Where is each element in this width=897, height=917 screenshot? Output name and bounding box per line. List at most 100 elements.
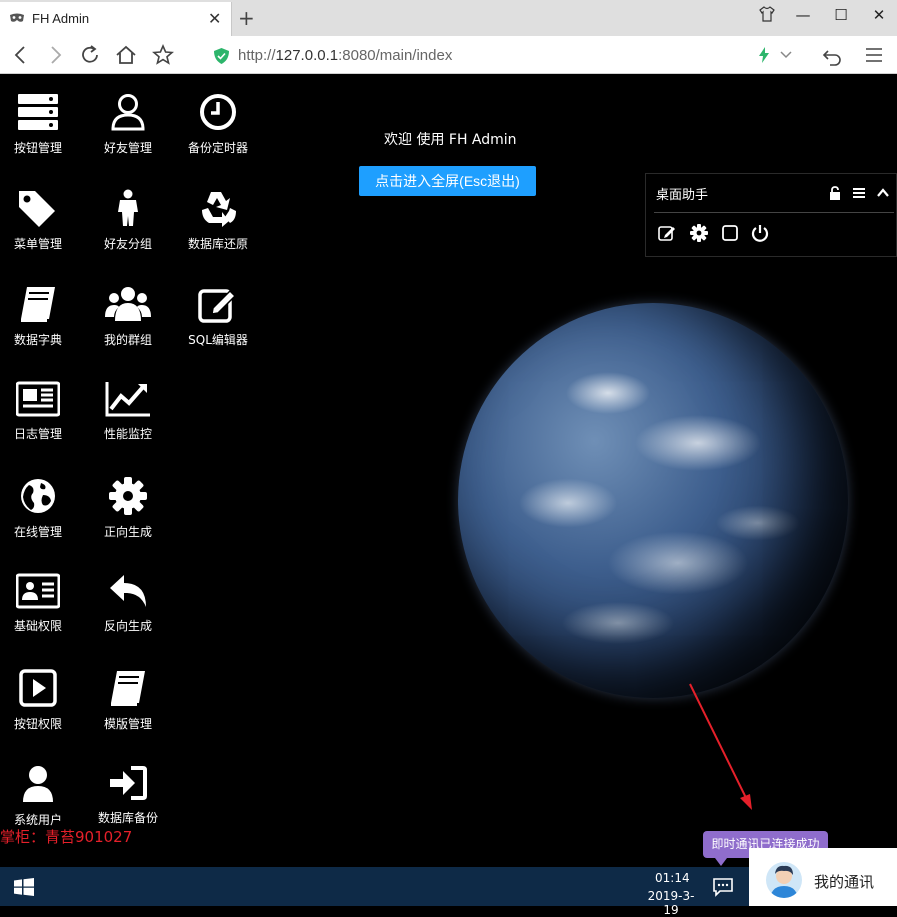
desktop-icon-base-permission[interactable]: 基础权限 bbox=[0, 573, 83, 669]
shirt-icon[interactable] bbox=[752, 6, 782, 28]
shield-icon bbox=[214, 48, 229, 64]
taskbar-time: 01:14 bbox=[655, 871, 690, 885]
welcome-text: 欢迎 使用 FH Admin bbox=[384, 132, 517, 148]
back-icon[interactable] bbox=[8, 42, 34, 68]
earth-image bbox=[458, 303, 848, 698]
power-icon[interactable] bbox=[751, 224, 769, 242]
maximize-icon[interactable]: ☐ bbox=[826, 6, 856, 28]
desktop-icon-button-management[interactable]: 按钮管理 bbox=[0, 93, 83, 189]
book-icon bbox=[21, 287, 55, 322]
divider bbox=[654, 212, 894, 213]
id-card-icon bbox=[16, 573, 60, 609]
clock-icon bbox=[200, 94, 236, 130]
watermark-text: 掌柜：青苔901027 bbox=[0, 828, 133, 846]
desktop-icon-backup-timer[interactable]: 备份定时器 bbox=[173, 93, 263, 189]
desktop-assistant-panel: 桌面助手 bbox=[645, 173, 897, 257]
desktop-icon-performance-monitor[interactable]: 性能监控 bbox=[83, 381, 173, 477]
server-icon bbox=[18, 94, 58, 130]
desktop-icon-label: 菜单管理 bbox=[13, 237, 62, 251]
square-icon[interactable] bbox=[721, 224, 739, 242]
fullscreen-button[interactable]: 点击进入全屏(Esc退出) bbox=[359, 166, 536, 196]
windows-start-icon[interactable] bbox=[14, 878, 34, 896]
edit-icon[interactable] bbox=[658, 224, 676, 242]
desktop-icon-log-management[interactable]: 日志管理 bbox=[0, 381, 83, 477]
desktop-icon-online-management[interactable]: 在线管理 bbox=[0, 477, 83, 573]
cog-icon bbox=[109, 477, 147, 515]
desktop-icon-button-permission[interactable]: 按钮权限 bbox=[0, 669, 83, 765]
desktop-icon-label: 好友分组 bbox=[103, 237, 152, 251]
tags-icon bbox=[19, 191, 55, 227]
user-icon bbox=[23, 766, 53, 802]
annotation-arrow bbox=[689, 683, 752, 810]
users-icon bbox=[105, 287, 151, 321]
home-icon[interactable] bbox=[113, 42, 139, 68]
desktop-icon-label: 数据库还原 bbox=[187, 237, 248, 251]
gear-icon[interactable] bbox=[690, 224, 708, 242]
desktop-icon-label: 好友管理 bbox=[103, 141, 152, 155]
minimize-icon[interactable]: — bbox=[788, 6, 818, 28]
desktop-icon-data-dictionary[interactable]: 数据字典 bbox=[0, 285, 83, 381]
desktop-icon-friend-management[interactable]: 好友管理 bbox=[83, 93, 173, 189]
avatar bbox=[766, 862, 802, 898]
desktop-icon-label: 数据字典 bbox=[13, 333, 62, 347]
desktop-icon-label: 反向生成 bbox=[103, 619, 152, 633]
lightning-icon[interactable] bbox=[758, 47, 770, 63]
list-icon[interactable] bbox=[852, 186, 866, 200]
desktop-icon-friend-group[interactable]: 好友分组 bbox=[83, 189, 173, 285]
desktop-icon-label: 我的群组 bbox=[103, 333, 152, 347]
im-panel[interactable]: 我的通讯 bbox=[749, 848, 897, 906]
desktop-icon-label: 正向生成 bbox=[103, 525, 152, 539]
browser-tab[interactable]: FH Admin ✕ bbox=[0, 2, 232, 36]
chevron-up-icon[interactable] bbox=[876, 186, 890, 200]
newspaper-icon bbox=[16, 381, 60, 417]
forward-icon[interactable] bbox=[42, 42, 68, 68]
desktop-icon-forward-generate[interactable]: 正向生成 bbox=[83, 477, 173, 573]
male-icon bbox=[118, 189, 138, 226]
star-icon[interactable] bbox=[150, 42, 176, 68]
desktop-icon-label: 在线管理 bbox=[13, 525, 62, 539]
reply-icon bbox=[110, 575, 146, 607]
desktop-icon-label: 日志管理 bbox=[13, 427, 62, 441]
desktop-icon-label: SQL编辑器 bbox=[188, 333, 248, 347]
chevron-down-icon[interactable] bbox=[780, 51, 792, 59]
taskbar-date: 2019-3-19 bbox=[647, 889, 695, 917]
sign-in-icon bbox=[110, 766, 147, 800]
reload-icon[interactable] bbox=[77, 42, 103, 68]
undo-icon[interactable] bbox=[820, 42, 846, 68]
close-window-icon[interactable]: ✕ bbox=[864, 6, 894, 28]
desktop-icon-label: 模版管理 bbox=[103, 717, 152, 731]
edit-icon bbox=[198, 289, 237, 323]
assistant-title: 桌面助手 bbox=[656, 188, 709, 203]
mask-icon bbox=[10, 13, 24, 22]
desktop-icon-label: 按钮管理 bbox=[13, 141, 62, 155]
desktop: 按钮管理 菜单管理 数据字典 日志管理 在线管理 基础权限 按钮权限 系统用户 bbox=[0, 74, 897, 867]
browser-window: FH Admin ✕ + — ☐ ✕ http://127.0.0.1:8080… bbox=[0, 0, 897, 917]
line-chart-icon bbox=[105, 382, 150, 417]
desktop-icon-label: 性能监控 bbox=[103, 427, 152, 441]
desktop-icon-database-restore[interactable]: 数据库还原 bbox=[173, 189, 263, 285]
desktop-icon-sql-editor[interactable]: SQL编辑器 bbox=[173, 285, 263, 381]
tab-close-icon[interactable]: ✕ bbox=[208, 9, 221, 28]
lock-icon[interactable] bbox=[828, 186, 842, 200]
desktop-icon-label: 基础权限 bbox=[13, 619, 62, 633]
desktop-icon-label: 备份定时器 bbox=[187, 141, 248, 155]
desktop-icon-label: 数据库备份 bbox=[97, 811, 158, 825]
desktop-icon-label: 按钮权限 bbox=[13, 717, 62, 731]
user-outline-icon bbox=[111, 94, 145, 131]
tab-bar: FH Admin ✕ + — ☐ ✕ bbox=[0, 0, 897, 36]
menu-icon[interactable] bbox=[861, 42, 887, 68]
desktop-icon-my-groups[interactable]: 我的群组 bbox=[83, 285, 173, 381]
url-text: http://127.0.0.1:8080/main/index bbox=[238, 47, 453, 64]
recycle-icon bbox=[202, 192, 236, 227]
desktop-icon-menu-management[interactable]: 菜单管理 bbox=[0, 189, 83, 285]
desktop-icon-reverse-generate[interactable]: 反向生成 bbox=[83, 573, 173, 669]
tab-title: FH Admin bbox=[32, 11, 90, 26]
chat-icon[interactable] bbox=[712, 877, 734, 897]
im-label: 我的通讯 bbox=[814, 873, 875, 891]
book-icon bbox=[111, 671, 145, 706]
desktop-icon-template-management[interactable]: 模版管理 bbox=[83, 669, 173, 765]
globe-icon bbox=[21, 479, 55, 513]
play-square-icon bbox=[19, 669, 57, 707]
address-bar[interactable]: http://127.0.0.1:8080/main/index bbox=[205, 40, 805, 70]
new-tab-icon[interactable]: + bbox=[238, 6, 255, 30]
